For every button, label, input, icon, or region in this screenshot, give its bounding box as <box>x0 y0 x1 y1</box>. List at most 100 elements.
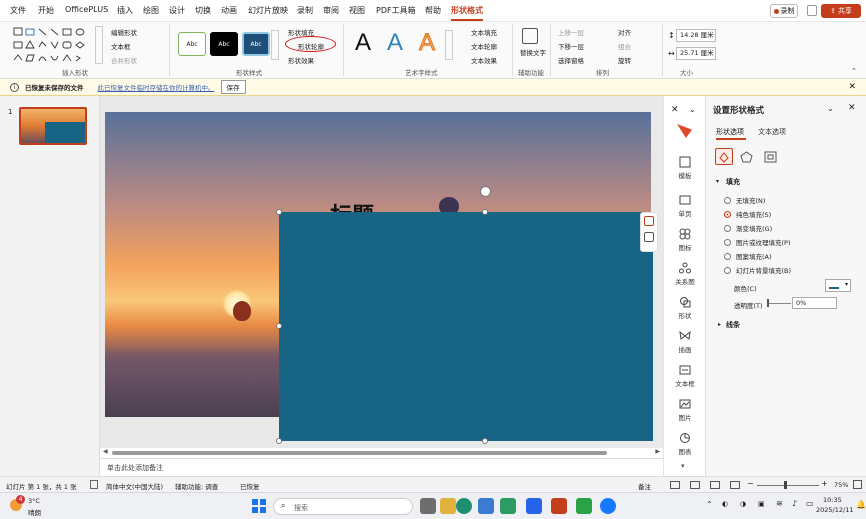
taskbar-search-box[interactable]: ⌕ 搜索 <box>273 498 413 515</box>
language-status[interactable]: 简体中文(中国大陆) <box>106 481 163 491</box>
zoom-slider[interactable] <box>757 485 819 486</box>
color-picker-button[interactable]: ▾ <box>825 279 851 292</box>
text-effect-button[interactable]: 文本效果 <box>471 55 497 65</box>
tab-file[interactable]: 文件 <box>10 5 26 16</box>
text-outline-button[interactable]: 文本轮廓 <box>471 41 497 51</box>
zoom-in-icon[interactable]: + <box>821 479 828 488</box>
app-icon[interactable] <box>600 498 616 514</box>
slide-sorter-icon[interactable] <box>690 481 700 489</box>
normal-view-icon[interactable] <box>670 481 680 489</box>
zoom-slider-thumb[interactable] <box>784 481 787 489</box>
fill-option-solid[interactable]: 纯色填充(S) <box>724 209 771 219</box>
tab-help[interactable]: 帮助 <box>425 5 441 16</box>
transparency-slider-thumb[interactable] <box>767 299 769 307</box>
share-button[interactable]: ⇪ 共享 <box>821 4 861 18</box>
size-properties-icon[interactable] <box>764 151 777 163</box>
rail-icons[interactable]: 图标 <box>664 228 706 252</box>
layout-options-icon[interactable] <box>644 216 654 226</box>
style-swatch-blue[interactable]: Abc <box>242 32 270 56</box>
reading-view-icon[interactable] <box>710 481 720 489</box>
tray-app-icon[interactable]: ◑ <box>740 500 746 508</box>
notes-button[interactable]: 备注 <box>638 481 651 491</box>
infobar-message[interactable]: 此已恢复文件临时存储在你的计算机中。 <box>98 82 215 92</box>
record-button[interactable]: 录制 <box>770 4 798 18</box>
tab-slideshow[interactable]: 幻灯片放映 <box>248 5 288 16</box>
selection-pane-button[interactable]: 选择窗格 <box>558 55 584 65</box>
rail-diagrams[interactable]: 关系图 <box>664 262 706 286</box>
tab-design[interactable]: 设计 <box>169 5 185 16</box>
slide-thumbnail[interactable] <box>19 107 87 145</box>
rotate-handle-icon[interactable] <box>480 186 491 197</box>
tab-draw[interactable]: 绘图 <box>143 5 159 16</box>
line-expand-icon[interactable]: ▸ <box>718 321 721 328</box>
transparency-input[interactable]: 0% <box>792 297 837 309</box>
alt-text-button[interactable]: 替换文字 <box>520 47 546 57</box>
taskbar-time[interactable]: 10:35 <box>823 496 842 504</box>
infobar-save-button[interactable]: 保存 <box>220 80 246 94</box>
rail-close-icon[interactable]: ✕ <box>671 105 679 115</box>
rail-shapes[interactable]: 形状 <box>664 296 706 320</box>
send-backward-button[interactable]: 下移一层 <box>558 41 584 51</box>
style-swatch-dark[interactable]: Abc <box>210 32 238 56</box>
edit-shape-button[interactable]: 编辑形状 <box>111 27 137 37</box>
fit-to-window-icon[interactable] <box>853 480 862 489</box>
rail-pictures[interactable]: 图片 <box>664 398 706 422</box>
comments-icon[interactable] <box>807 5 817 16</box>
tab-animations[interactable]: 动画 <box>221 5 237 16</box>
shapes-more-button[interactable] <box>95 26 103 64</box>
pane-tab-text-options[interactable]: 文本选项 <box>758 127 786 137</box>
zoom-level[interactable]: 75% <box>834 481 848 489</box>
text-box-button[interactable]: 文本框 <box>111 41 131 51</box>
shape-effect-button[interactable]: 形状效果 <box>288 55 314 65</box>
fill-section-label[interactable]: 填充 <box>726 177 740 187</box>
rail-charts[interactable]: 图表 <box>664 432 706 456</box>
style-swatch-outline[interactable]: Abc <box>178 32 206 56</box>
file-explorer-icon[interactable] <box>440 498 456 514</box>
notes-area[interactable]: 单击此处添加备注 <box>100 458 663 476</box>
tab-record[interactable]: 录制 <box>297 5 313 16</box>
effects-icon[interactable] <box>740 151 753 163</box>
rail-collapse-icon[interactable]: ⌄ <box>689 105 696 114</box>
fill-line-icon[interactable] <box>715 148 733 165</box>
alt-text-icon[interactable] <box>522 28 538 44</box>
wordart-blue[interactable]: A <box>387 29 403 57</box>
pane-close-icon[interactable]: ✕ <box>848 103 856 113</box>
tab-transitions[interactable]: 切换 <box>195 5 211 16</box>
height-field[interactable]: 14.28 厘米 <box>676 29 716 42</box>
tray-app-icon[interactable]: ◐ <box>722 500 728 508</box>
pane-options-icon[interactable]: ⌄ <box>827 104 834 113</box>
group-button[interactable]: 组合 <box>618 41 631 51</box>
resize-handle[interactable] <box>276 209 282 215</box>
scroll-right-icon[interactable]: ▶ <box>655 448 660 455</box>
tab-officeplus[interactable]: OfficePLUS <box>65 5 108 14</box>
windows-start-icon[interactable] <box>251 498 267 514</box>
text-fill-button[interactable]: 文本填充 <box>471 27 497 37</box>
styles-more-button[interactable] <box>271 30 279 60</box>
width-field[interactable]: 25.71 厘米 <box>676 47 716 60</box>
shapes-gallery[interactable] <box>12 26 96 66</box>
app-icon[interactable] <box>526 498 542 514</box>
designer-icon[interactable] <box>644 232 654 242</box>
volume-icon[interactable]: ♪ <box>792 499 797 508</box>
wifi-icon[interactable]: ≋ <box>776 499 783 508</box>
transparency-slider[interactable] <box>769 303 791 304</box>
rail-text-box[interactable]: 文本框 <box>664 364 706 388</box>
rail-single-page[interactable]: 单页 <box>664 194 706 218</box>
resize-handle[interactable] <box>276 438 282 444</box>
powerpoint-icon[interactable] <box>551 498 567 514</box>
collapse-ribbon-icon[interactable]: ⌃ <box>851 67 857 75</box>
slideshow-view-icon[interactable] <box>730 481 740 489</box>
fill-option-picture[interactable]: 图片或纹理填充(P) <box>724 237 791 247</box>
spelling-icon[interactable] <box>90 480 98 489</box>
taskbar-date[interactable]: 2025/12/11 <box>816 506 853 514</box>
infobar-close-icon[interactable]: ✕ <box>848 82 856 92</box>
edge-browser-icon[interactable] <box>456 498 472 514</box>
notifications-icon[interactable]: 🔔 <box>856 500 866 509</box>
rail-templates[interactable]: 模板 <box>664 156 706 180</box>
scroll-left-icon[interactable]: ◀ <box>103 448 108 455</box>
battery-icon[interactable]: ▭ <box>806 499 814 508</box>
fill-option-none[interactable]: 无填充(N) <box>724 195 765 205</box>
tab-insert[interactable]: 插入 <box>117 5 133 16</box>
tray-app-icon[interactable]: ▣ <box>758 500 765 508</box>
rail-illustrations[interactable]: 插画 <box>664 330 706 354</box>
